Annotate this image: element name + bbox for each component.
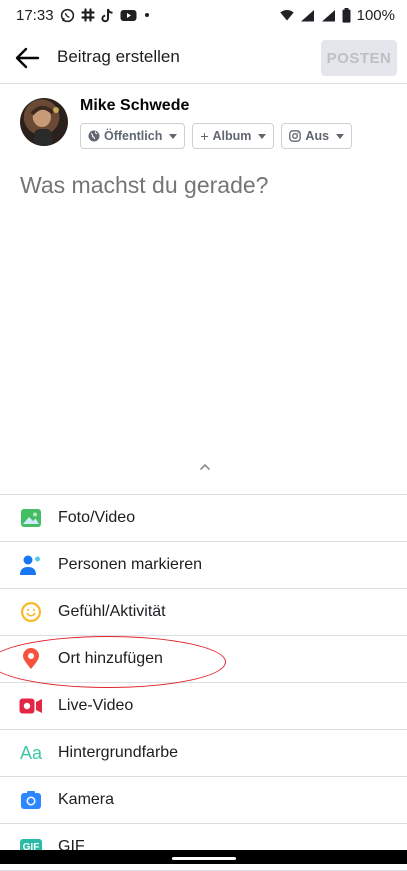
signal-icon — [321, 9, 335, 21]
slack-icon — [80, 8, 95, 22]
system-navigation-bar — [0, 850, 407, 864]
status-left: 17:33 — [16, 7, 151, 24]
option-add-location[interactable]: Ort hinzufügen — [0, 636, 407, 683]
privacy-dropdown[interactable]: Öffentlich — [80, 123, 186, 149]
option-background-color[interactable]: Aa Hintergrundfarbe — [0, 730, 407, 777]
page-title: Beitrag erstellen — [57, 47, 180, 66]
whatsapp-icon — [60, 8, 74, 22]
text-background-glyph: Aa — [19, 742, 43, 763]
option-label: Foto/Video — [58, 509, 136, 526]
youtube-icon — [120, 9, 137, 21]
privacy-label: Öffentlich — [104, 129, 163, 143]
post-options-list: Foto/Video Personen markieren Gefühl/Akt… — [0, 494, 407, 871]
location-pin-icon — [19, 647, 43, 671]
post-composer-input[interactable] — [20, 172, 390, 199]
globe-icon — [88, 130, 100, 142]
option-feeling-activity[interactable]: Gefühl/Aktivität — [0, 589, 407, 636]
option-label: Ort hinzufügen — [58, 650, 163, 667]
instagram-share-dropdown[interactable]: Aus — [281, 123, 353, 149]
option-photo-video[interactable]: Foto/Video — [0, 495, 407, 542]
back-arrow-icon[interactable] — [14, 46, 40, 70]
status-bar: 17:33 100% — [0, 0, 407, 30]
tag-people-icon — [19, 553, 43, 577]
status-time: 17:33 — [16, 6, 54, 24]
feeling-icon — [19, 600, 43, 624]
battery-icon — [342, 7, 351, 23]
avatar — [20, 98, 68, 146]
text-background-icon: Aa — [19, 741, 43, 765]
instagram-share-label: Aus — [305, 129, 330, 143]
option-label: Live-Video — [58, 697, 134, 714]
option-label: Personen markieren — [58, 556, 203, 573]
signal-icon — [300, 9, 314, 21]
option-label: Hintergrundfarbe — [58, 744, 179, 761]
audience-chips: Öffentlich + Album Aus — [80, 123, 353, 149]
header-bar: Beitrag erstellen POSTEN — [0, 32, 407, 84]
chevron-down-icon — [169, 133, 178, 139]
tiktok-icon — [100, 8, 113, 22]
user-name: Mike Schwede — [80, 97, 190, 114]
option-live-video[interactable]: Live-Video — [0, 683, 407, 730]
option-label: Gefühl/Aktivität — [58, 603, 166, 620]
album-label: Album — [212, 129, 252, 143]
plus-icon: + — [200, 128, 209, 144]
more-notifications-icon — [144, 13, 149, 17]
option-camera[interactable]: Kamera — [0, 777, 407, 824]
option-tag-people[interactable]: Personen markieren — [0, 542, 407, 589]
option-label: Kamera — [58, 791, 115, 808]
home-handle[interactable] — [172, 857, 236, 860]
instagram-icon — [289, 130, 302, 142]
battery-percent: 100% — [356, 6, 395, 24]
album-dropdown[interactable]: + Album — [192, 123, 275, 149]
status-right: 100% — [279, 6, 395, 24]
wifi-icon — [279, 10, 294, 21]
chevron-up-icon[interactable] — [198, 462, 212, 472]
chevron-down-icon — [336, 133, 345, 139]
photo-video-icon — [19, 506, 43, 530]
camera-icon — [19, 788, 43, 812]
post-button[interactable]: POSTEN — [321, 40, 397, 76]
chevron-down-icon — [258, 133, 267, 139]
live-video-icon — [19, 694, 43, 718]
avatar-image — [30, 105, 59, 146]
